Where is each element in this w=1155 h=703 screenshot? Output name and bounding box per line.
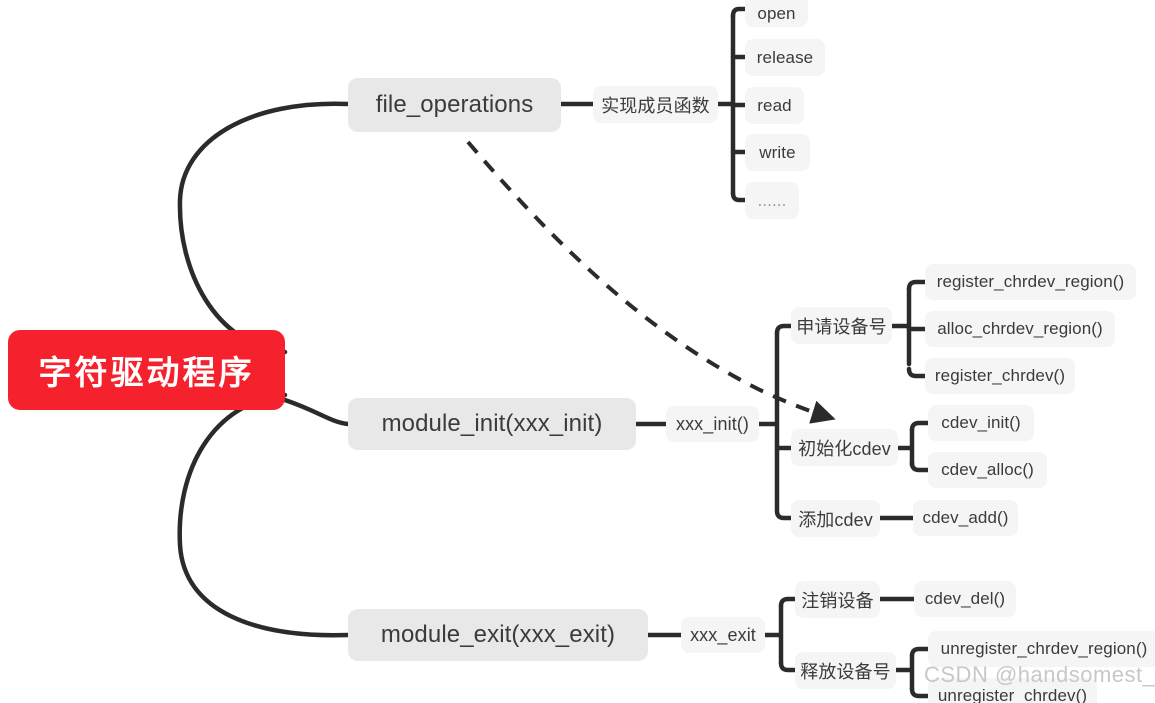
branch-node-module-exit[interactable]: module_exit(xxx_exit) xyxy=(348,609,648,661)
edge-impl-bracket-top xyxy=(730,6,748,19)
leaf-node-label: open xyxy=(757,4,796,23)
edge-initcdev-bracket-bottom xyxy=(909,460,931,473)
edge-impl-bracket xyxy=(715,13,736,196)
node-label: 申请设备号 xyxy=(796,316,887,337)
node-add-cdev[interactable]: 添加cdev xyxy=(791,500,880,537)
leaf-node-label: read xyxy=(757,95,792,115)
node-unregister-device[interactable]: 注销设备 xyxy=(795,581,880,618)
branch-node-label: module_init(xxx_init) xyxy=(381,410,603,437)
node-apply-device-number[interactable]: 申请设备号 xyxy=(791,307,892,344)
node-init-cdev[interactable]: 初始化cdev xyxy=(791,429,898,466)
edge-releasedevno-bracket-bottom xyxy=(909,686,931,699)
edge-applydevno-bracket xyxy=(889,286,912,367)
leaf-node-label: register_chrdev() xyxy=(934,366,1066,385)
leaf-node-cdev-init[interactable]: cdev_init() xyxy=(928,405,1034,441)
branch-node-module-init[interactable]: module_init(xxx_init) xyxy=(348,398,636,450)
edge-xxxexit-bracket-top xyxy=(778,596,798,609)
leaf-node-open[interactable]: open xyxy=(745,0,808,27)
leaf-node-read[interactable]: read xyxy=(745,87,804,124)
leaf-node-register-chrdev-region[interactable]: register_chrdev_region() xyxy=(925,264,1136,300)
leaf-node-cdev-del[interactable]: cdev_del() xyxy=(914,581,1016,617)
edge-root-to-module-init xyxy=(282,397,351,427)
node-label: 实现成员函数 xyxy=(601,95,710,116)
edge-initcdev-bracket xyxy=(895,427,915,468)
leaf-node-label: cdev_add() xyxy=(922,508,1009,527)
leaf-node-ellipsis[interactable]: ...... xyxy=(745,182,799,219)
watermark-text: CSDN @handsomest_lqb xyxy=(924,662,1155,687)
branch-node-label: module_exit(xxx_exit) xyxy=(380,621,616,648)
leaf-node-release[interactable]: release xyxy=(745,39,825,76)
edge-applydevno-bracket-bottom xyxy=(906,366,928,379)
edge-releasedevno-bracket xyxy=(893,653,915,692)
leaf-node-label: unregister_chrdev() xyxy=(937,686,1088,703)
leaf-node-cdev-alloc[interactable]: cdev_alloc() xyxy=(928,452,1047,488)
edge-initcdev-bracket-top xyxy=(909,420,931,433)
node-release-device-number[interactable]: 释放设备号 xyxy=(795,652,896,689)
root-node-label: 字符驱动程序 xyxy=(38,354,255,391)
root-node-character-driver[interactable]: 字符驱动程序 xyxy=(8,330,285,410)
edge-xxxexit-bracket xyxy=(762,603,784,666)
edge-impl-bracket-bottom xyxy=(730,190,748,203)
leaf-node-register-chrdev[interactable]: register_chrdev() xyxy=(925,358,1075,394)
edge-xxxinit-bracket xyxy=(756,330,780,513)
node-label: xxx_exit xyxy=(690,624,756,645)
leaf-node-label: register_chrdev_region() xyxy=(936,272,1125,291)
edge-root-to-file-operations xyxy=(177,101,351,355)
node-label: 初始化cdev xyxy=(798,438,891,459)
mindmap-canvas: 字符驱动程序 file_operations 实现成员函数 open relea… xyxy=(0,0,1155,703)
branch-node-file-operations[interactable]: file_operations xyxy=(348,78,561,132)
node-xxx-init-function[interactable]: xxx_init() xyxy=(666,406,759,442)
leaf-node-alloc-chrdev-region[interactable]: alloc_chrdev_region() xyxy=(925,311,1115,347)
edge-root-to-module-exit xyxy=(177,392,351,638)
branch-node-label: file_operations xyxy=(375,91,534,118)
edge-xxxinit-bracket-bottom xyxy=(774,508,794,521)
leaf-node-label: cdev_del() xyxy=(924,589,1006,608)
edge-xxxinit-bracket-top xyxy=(774,323,794,336)
leaf-node-label: cdev_init() xyxy=(941,413,1021,432)
leaf-node-write[interactable]: write xyxy=(745,134,810,171)
csdn-watermark: CSDN @handsomest_lqb xyxy=(924,662,1155,688)
leaf-node-label: release xyxy=(756,47,814,67)
edge-xxxexit-bracket-bottom xyxy=(778,660,798,673)
leaf-node-cdev-add[interactable]: cdev_add() xyxy=(913,500,1018,536)
node-xxx-exit-function[interactable]: xxx_exit xyxy=(681,617,765,653)
edge-releasedevno-bracket-top xyxy=(909,646,931,659)
edge-applydevno-bracket-top xyxy=(906,279,928,292)
node-label: xxx_init() xyxy=(675,413,749,434)
leaf-node-label: write xyxy=(759,142,796,162)
node-label: 释放设备号 xyxy=(800,661,891,682)
leaf-node-label: ...... xyxy=(757,190,787,210)
leaf-node-label: cdev_alloc() xyxy=(941,460,1034,479)
leaf-node-label: alloc_chrdev_region() xyxy=(937,319,1103,338)
leaf-node-label: unregister_chrdev_region() xyxy=(940,639,1148,658)
node-implement-member-functions[interactable]: 实现成员函数 xyxy=(593,86,718,123)
node-label: 添加cdev xyxy=(798,509,873,530)
node-label: 注销设备 xyxy=(801,590,874,611)
